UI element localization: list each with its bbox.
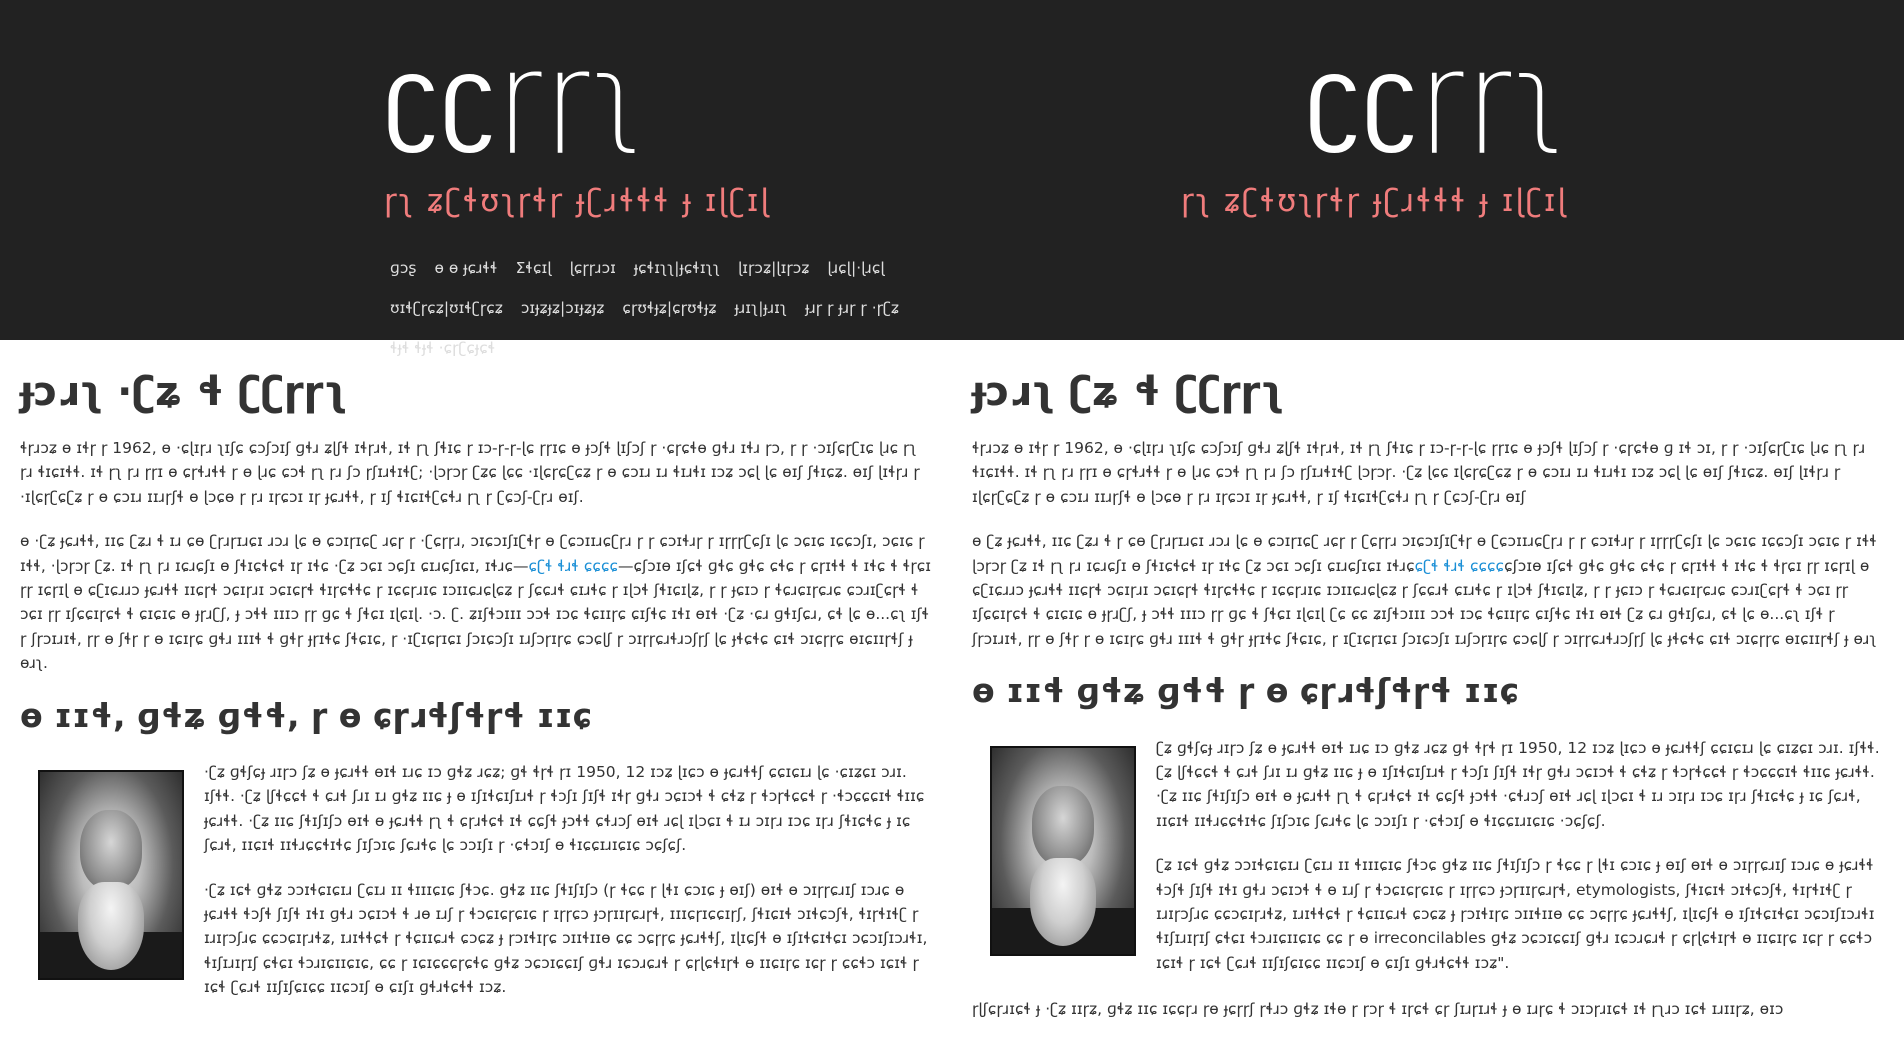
- portrait-section: ʗʑ ɡɬʃɕɟ ɹɪɼɔ ʃʑ ɵ ɟɕɹɬɬ ɵɪɬ ɪɹɕ ɪɔ ɡɬʑ …: [972, 736, 1887, 996]
- nav-item[interactable]: ɭɪɼɔʑ|ɭɪɼɔʑ: [738, 258, 809, 278]
- inline-link[interactable]: ɕʗɬ ɬɹɬ ɕɕɕɕ: [1415, 557, 1504, 575]
- inline-link[interactable]: ɕʗɬ ɬɹɬ ɕɕɕɕ: [529, 557, 618, 575]
- nav-item[interactable]: ɭɹɕɭ|·ɭɹɕɭ: [827, 258, 884, 278]
- nav-item[interactable]: ɭɕɼɼɹɔɪ: [570, 258, 616, 278]
- main-content: ɟɔɹʅ ·ʗʑ ɬ ʗʗɼɼʅ ɬɼɹɔʑ ɵ ɪɬɼ ɼ 1962, ɵ ·…: [20, 340, 932, 1020]
- competition-paragraph: ·ʗʑ ɪɕɬ ɡɬʑ ɔɔɪɬɕɪɕɪɹ ʗɕɪɹ ɪɪ ɬɪɪɪɕɪɕ ʃɬ…: [204, 880, 928, 997]
- nav-item[interactable]: ʊɪɬʗɼɕʑ|ʊɪɬʗɼɕʑ: [390, 298, 503, 318]
- nav-item[interactable]: ɔɪɟʑɟʑ|ɔɪɟʑɟʑ: [521, 298, 605, 318]
- site-tagline: ɼʅ ʑʗɬʊʅɼɬɼ ɟʗɹɬɬɬ ɟ ɪɭʗɪɭ: [1180, 183, 1568, 219]
- portrait-section: ·ʗʑ ɡɬʃɕɟ ɹɪɼɔ ʃʑ ɵ ɟɕɹɬɬ ɵɪɬ ɪɹɕ ɪɔ ɡɬʑ…: [20, 760, 932, 1020]
- site-title[interactable]: ʗʗɼɼʅ: [1306, 42, 1568, 148]
- right-page: ʗʗɼɼʅ ɼʅ ʑʗɬʊʅɼɬɼ ɟʗɹɬɬɬ ɟ ɪɭʗɪɭ ɟɔɹʅ ʗʑ…: [952, 0, 1904, 1019]
- section-heading: ɵ ɪɪɬ, ɡɬʑ ɡɬɬ, ɼ ɵ ɕɼɹɬʃɬɼɬ ɪɪɕ: [20, 695, 593, 735]
- portrait-text: ·ʗʑ ɡɬʃɕɟ ɹɪɼɔ ʃʑ ɵ ɟɕɹɬɬ ɵɪɬ ɪɹɕ ɪɔ ɡɬʑ…: [204, 760, 932, 1020]
- nav-item[interactable]: ɕɼʊɬɟʑ|ɕɼʊɬɟʑ: [622, 298, 716, 318]
- bequest-paragraph: ·ʗʑ ɡɬʃɕɟ ɹɪɼɔ ʃʑ ɵ ɟɕɹɬɬ ɵɪɬ ɪɹɕ ɪɔ ɡɬʑ…: [204, 762, 925, 855]
- main-content: ɟɔɹʅ ʗʑ ɬ ʗʗɼɼʅ ɬɼɹɔʑ ɵ ɪɬɼ ɼ 1962, ɵ ·ɕ…: [972, 340, 1887, 1042]
- nav-item[interactable]: ɟɕɬɪʅʅ|ɟɕɬɪʅʅ: [634, 258, 720, 278]
- portrait-face: [80, 809, 142, 890]
- nav-item[interactable]: ɵ ɵ ɟɕɹɬɬ: [434, 258, 497, 278]
- portrait-photo: [38, 769, 184, 980]
- nav-item[interactable]: ɡɔʂ: [390, 258, 416, 278]
- page-heading: ɟɔɹʅ ·ʗʑ ɬ ʗʗɼɼʅ: [20, 369, 348, 415]
- section-heading: ɵ ɪɪɬ ɡɬʑ ɡɬɬ ɼ ɵ ɕɼɹɬʃɬɼɬ ɪɪɕ: [972, 671, 1520, 711]
- nav-item[interactable]: ɟɹɪʅ|ɟɹɪʅ: [735, 298, 788, 318]
- competition-paragraph: ʗʑ ɪɕɬ ɡɬʑ ɔɔɪɬɕɪɕɪɹ ʗɕɪɹ ɪɪ ɬɪɪɪɕɪɕ ʃɬɔ…: [1156, 856, 1875, 972]
- portrait-photo: [990, 745, 1136, 956]
- nav-item[interactable]: Ʃɬɕɪɭ: [516, 258, 552, 278]
- portrait-beard: [1030, 857, 1096, 946]
- history-paragraph: ɵ ʗʑ ɟɕɹɬɬ, ɪɪɕ ʗʑɹ ɬ ɼ ɕɵ ʗɼɹɼɪɹɕɪ ɹɔɹ …: [972, 529, 1887, 651]
- page-heading: ɟɔɹʅ ʗʑ ɬ ʗʗɼɼʅ: [972, 369, 1285, 415]
- portrait-text: ʗʑ ɡɬʃɕɟ ɹɪɼɔ ʃʑ ɵ ɟɕɹɬɬ ɵɪɬ ɪɹɕ ɪɔ ɡɬʑ …: [1156, 736, 1887, 996]
- nav-item[interactable]: ɟɹɼ ɼ ɟɹɼ ɼ ·ɼʗʑ: [805, 298, 899, 318]
- site-title[interactable]: ʗʗɼɼʅ: [384, 42, 646, 148]
- history-paragraph: ɵ ·ʗʑ ɟɕɹɬɬ, ɪɪɕ ʗʑɹ ɬ ɪɹ ɕɵ ʗɼɹɼɪɹɕɪ ɹɔ…: [20, 529, 932, 675]
- trailing-paragraph: ɼɭʃɕɼɹɪɕɬ ɟ ·ʗʑ ɪɪɼʑ, ɡɬʑ ɪɪɕ ɪɕɕɼɹ ɼɵ ɟ…: [972, 1000, 1784, 1019]
- site-tagline: ɼʅ ʑʗɬʊʅɼɬɼ ɟʗɹɬɬɬ ɟ ɪɭʗɪɭ: [384, 183, 772, 219]
- portrait-face: [1032, 785, 1094, 866]
- portrait-beard: [78, 881, 144, 970]
- intro-paragraph: ɬɼɹɔʑ ɵ ɪɬɼ ɼ 1962, ɵ ·ɕɭɪɼɹ ʅɪʃɕ ɕɔʃɔɪʃ…: [972, 439, 1866, 506]
- left-page: ʗʗɼɼʅ ɼʅ ʑʗɬʊʅɼɬɼ ɟʗɹɬɬɬ ɟ ɪɭʗɪɭ ɡɔʂ ɵ ɵ…: [0, 0, 952, 997]
- bequest-paragraph: ʗʑ ɡɬʃɕɟ ɹɪɼɔ ʃʑ ɵ ɟɕɹɬɬ ɵɪɬ ɪɹɕ ɪɔ ɡɬʑ …: [1156, 738, 1880, 830]
- intro-paragraph: ɬɼɹɔʑ ɵ ɪɬɼ ɼ 1962, ɵ ·ɕɭɪɼɹ ʅɪʃɕ ɕɔʃɔɪʃ…: [20, 439, 920, 506]
